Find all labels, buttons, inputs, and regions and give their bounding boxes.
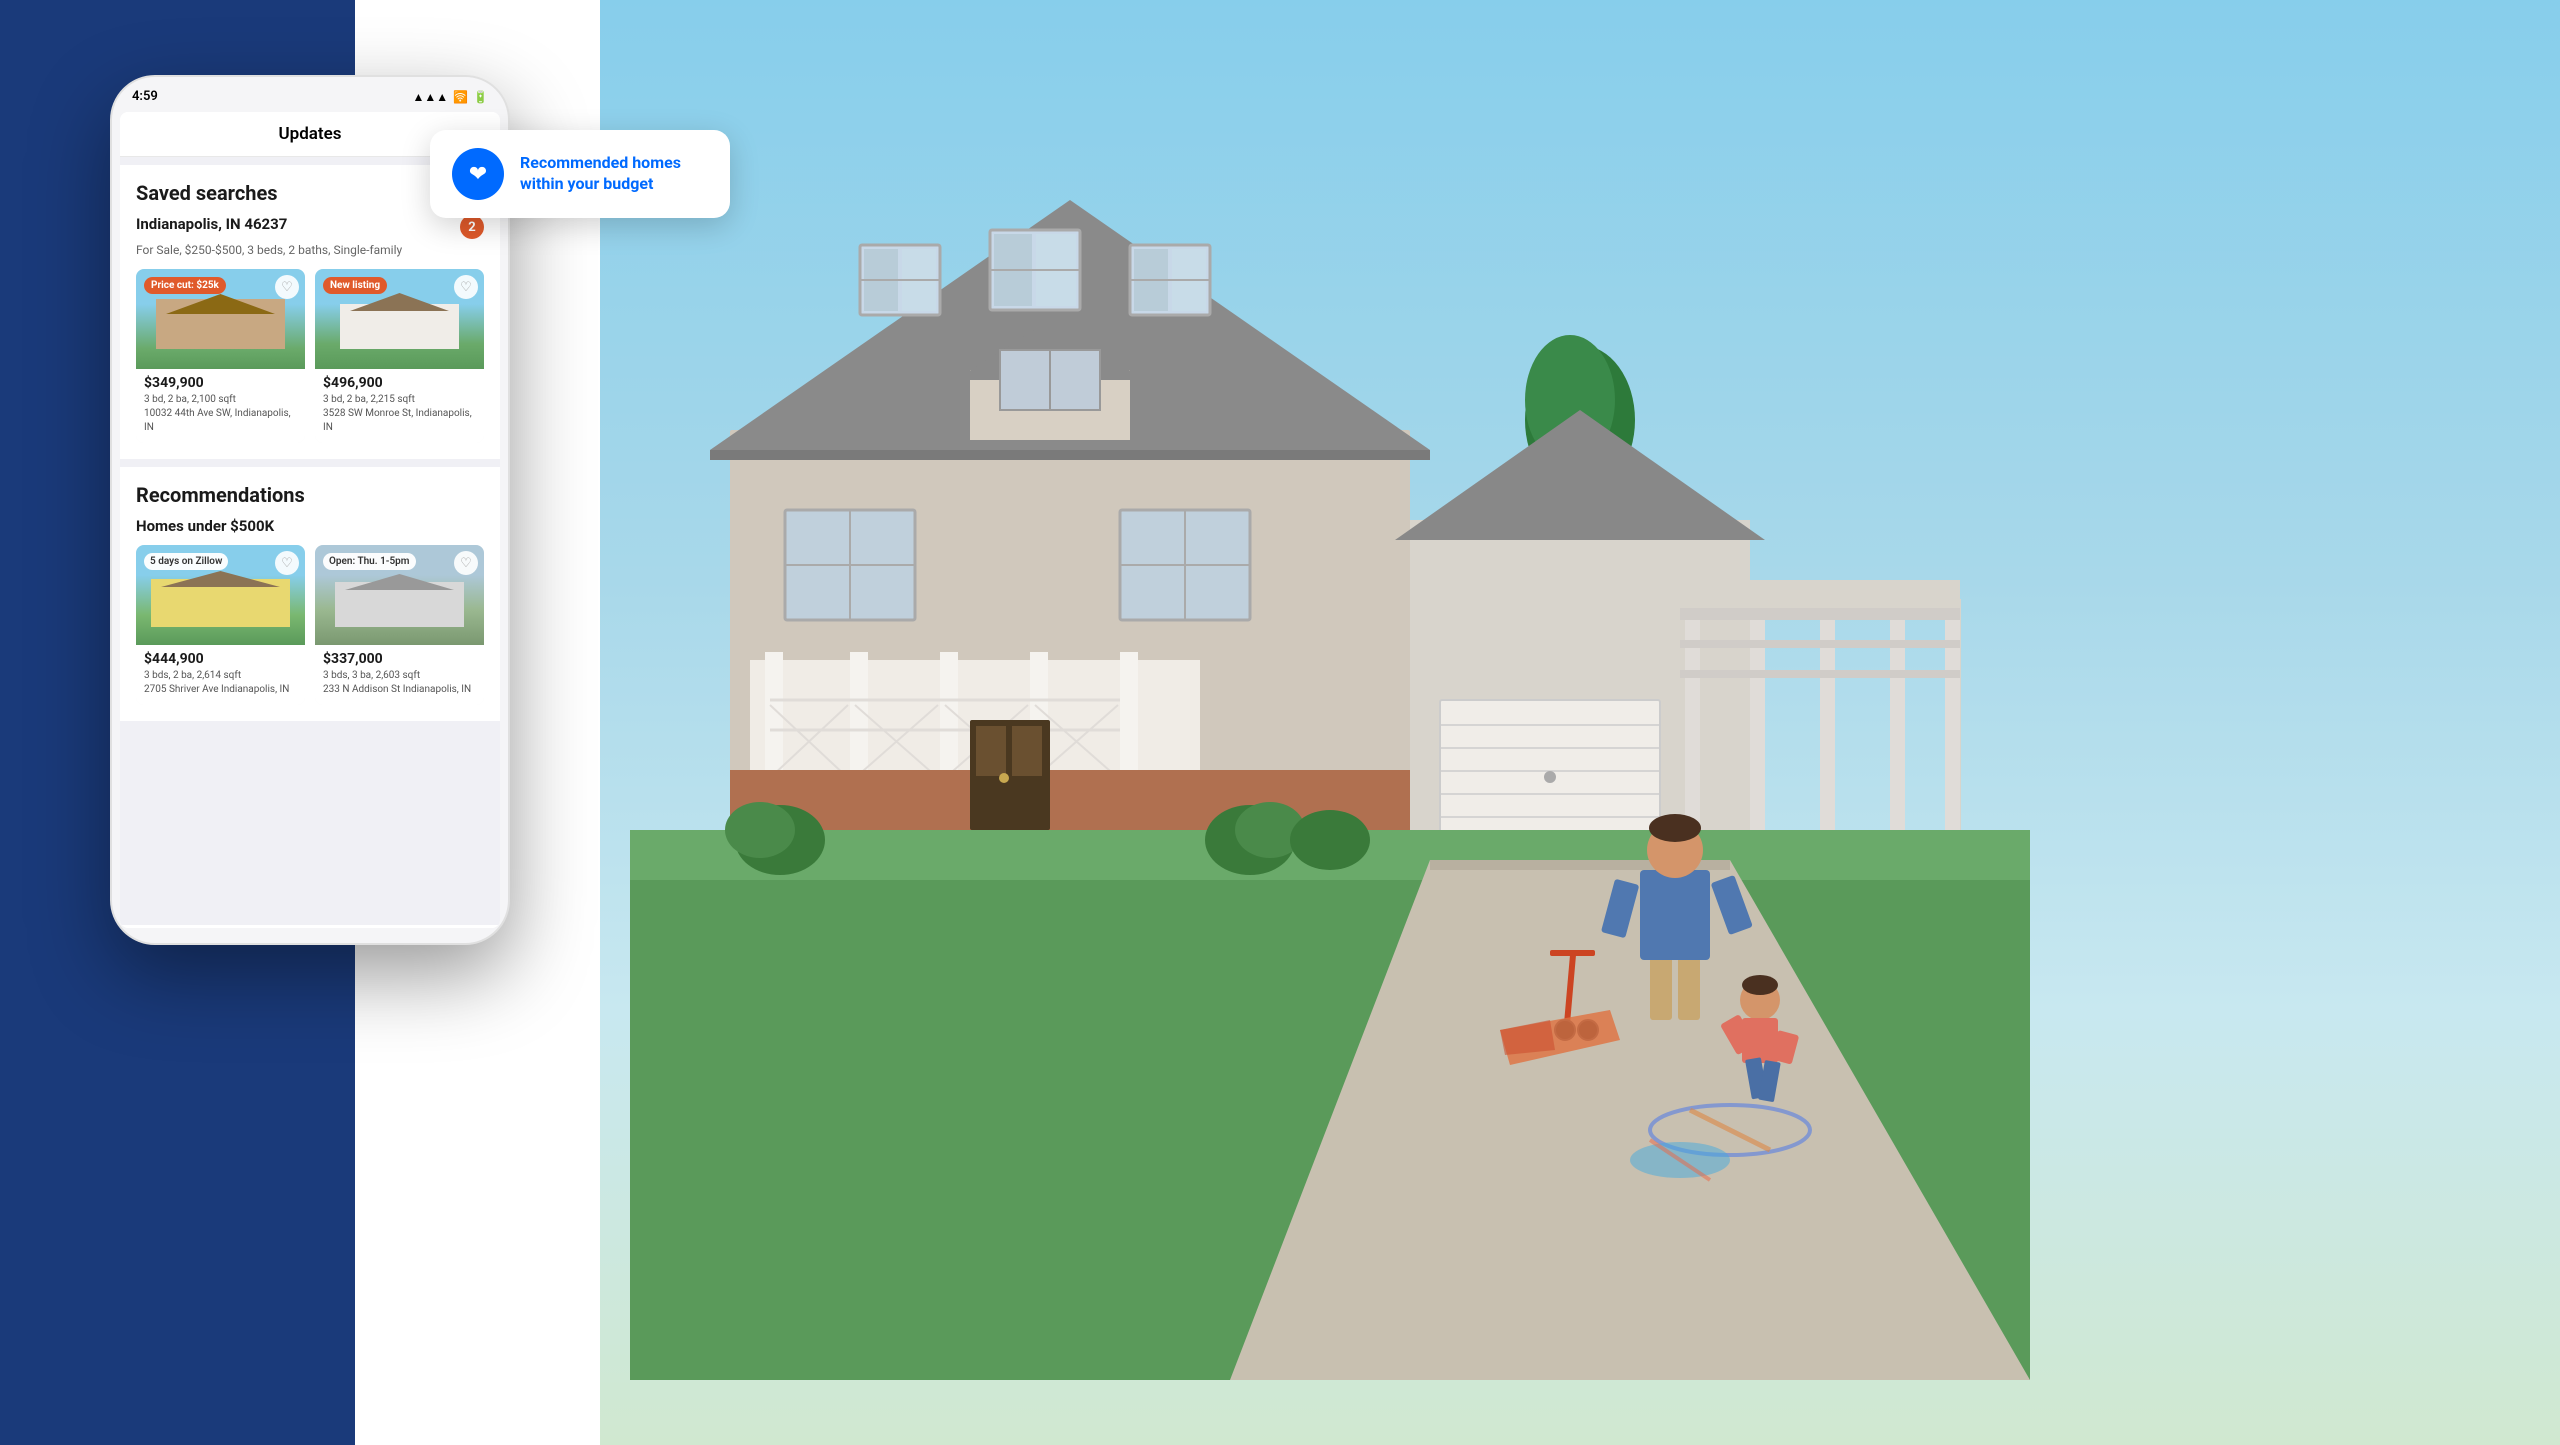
rec-listing-info-2: $337,000 3 bds, 3 ba, 2,603 sqft 233 N A…	[315, 645, 484, 705]
recommendations-section: Recommendations Homes under $500K 5 days…	[120, 467, 500, 721]
wifi-icon: 🛜	[453, 90, 468, 104]
phone-scroll-area[interactable]: Saved searches Indianapolis, IN 46237 2 …	[120, 157, 500, 925]
listing-info-1: $349,900 3 bd, 2 ba, 2,100 sqft 10032 44…	[136, 369, 305, 443]
battery-icon: 🔋	[473, 90, 488, 104]
search-header-row: Indianapolis, IN 46237 2	[136, 215, 484, 239]
search-criteria: For Sale, $250-$500, 3 beds, 2 baths, Si…	[136, 243, 484, 257]
favorite-button-4[interactable]: ♡	[454, 551, 478, 575]
listing-image-2: New listing ♡	[315, 269, 484, 369]
screen-title: Updates	[278, 124, 341, 144]
rec-subtitle: Homes under $500K	[136, 517, 484, 535]
search-location-title: Indianapolis, IN 46237	[136, 215, 287, 233]
price-cut-badge: Price cut: $25k	[144, 277, 226, 294]
listing-price-1: $349,900	[144, 375, 297, 391]
rec-listing-image-2: Open: Thu. 1-5pm ♡	[315, 545, 484, 645]
rec-listing-details-2: 3 bds, 3 ba, 2,603 sqft 233 N Addison St…	[323, 669, 476, 697]
listing-card-2[interactable]: New listing ♡ $496,900 3 bd, 2 ba, 2,215…	[315, 269, 484, 443]
notification-heart-icon: ❤	[452, 148, 504, 200]
recommendations-title: Recommendations	[136, 483, 484, 507]
listing-details-2: 3 bd, 2 ba, 2,215 sqft 3528 SW Monroe St…	[323, 393, 476, 435]
rec-listing-details-1: 3 bds, 2 ba, 2,614 sqft 2705 Shriver Ave…	[144, 669, 297, 697]
rec-listing-info-1: $444,900 3 bds, 2 ba, 2,614 sqft 2705 Sh…	[136, 645, 305, 705]
listing-image-1: Price cut: $25k ♡	[136, 269, 305, 369]
rec-listing-card-1[interactable]: 5 days on Zillow ♡ $444,900 3 bds, 2 ba,…	[136, 545, 305, 705]
rec-listing-card-2[interactable]: Open: Thu. 1-5pm ♡ $337,000 3 bds, 3 ba,…	[315, 545, 484, 705]
status-bar: 4:59 ▲▲▲ 🛜 🔋	[112, 77, 508, 104]
listing-card-1[interactable]: Price cut: $25k ♡ $349,900 3 bd, 2 ba, 2…	[136, 269, 305, 443]
background-scene	[600, 0, 2560, 1445]
favorite-button-2[interactable]: ♡	[454, 275, 478, 299]
rec-listing-image-1: 5 days on Zillow ♡	[136, 545, 305, 645]
saved-search-listings: Price cut: $25k ♡ $349,900 3 bd, 2 ba, 2…	[136, 269, 484, 443]
notification-text: Recommended homes within your budget	[520, 153, 681, 195]
favorite-button-1[interactable]: ♡	[275, 275, 299, 299]
notification-popup: ❤ Recommended homes within your budget	[430, 130, 730, 218]
time-display: 4:59	[132, 89, 158, 104]
status-icons: ▲▲▲ 🛜 🔋	[412, 90, 488, 104]
open-house-badge: Open: Thu. 1-5pm	[323, 553, 416, 570]
listing-info-2: $496,900 3 bd, 2 ba, 2,215 sqft 3528 SW …	[315, 369, 484, 443]
new-listing-badge: New listing	[323, 277, 387, 294]
favorite-button-3[interactable]: ♡	[275, 551, 299, 575]
rec-listing-price-1: $444,900	[144, 651, 297, 667]
notification-count-badge: 2	[460, 215, 484, 239]
house-illustration	[630, 80, 2030, 1380]
phone-content: Updates Saved searches Indianapolis, IN …	[120, 112, 500, 928]
rec-listing-price-2: $337,000	[323, 651, 476, 667]
listing-price-2: $496,900	[323, 375, 476, 391]
signal-icon: ▲▲▲	[412, 90, 448, 104]
listing-details-1: 3 bd, 2 ba, 2,100 sqft 10032 44th Ave SW…	[144, 393, 297, 435]
days-on-zillow-badge: 5 days on Zillow	[144, 553, 228, 570]
recommendation-listings: 5 days on Zillow ♡ $444,900 3 bds, 2 ba,…	[136, 545, 484, 705]
